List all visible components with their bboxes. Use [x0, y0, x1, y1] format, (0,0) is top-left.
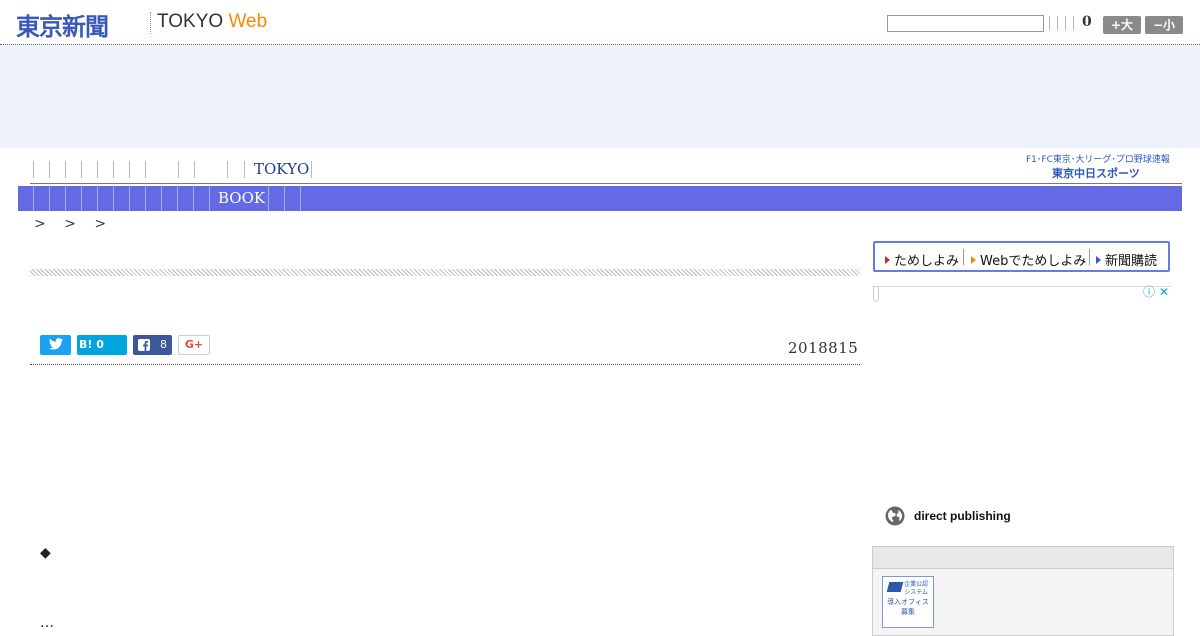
section-nav-item[interactable]: [284, 186, 285, 211]
web-trial-read-label: Webでためしよみ: [980, 254, 1087, 269]
section-nav-item[interactable]: [177, 186, 178, 211]
facebook-icon: [138, 339, 150, 351]
twitter-share-button[interactable]: [40, 335, 71, 355]
section-nav-item[interactable]: [97, 186, 98, 211]
ad-info-icon[interactable]: ⓘ: [1142, 286, 1156, 299]
social-rule: [30, 364, 860, 365]
nav-item[interactable]: [97, 161, 98, 178]
facebook-count: 8: [160, 338, 167, 351]
nav-item[interactable]: [49, 161, 50, 178]
header-divider: [1049, 16, 1050, 30]
logo-web-text: Web: [228, 11, 268, 32]
hatena-count: 0: [96, 338, 104, 351]
counter: 0: [1082, 14, 1092, 30]
sidebar-box-header: [873, 547, 1173, 569]
section-nav-item[interactable]: [300, 186, 301, 211]
nav-item[interactable]: [81, 161, 82, 178]
hatena-icon: B!: [79, 338, 93, 351]
section-nav-item[interactable]: [145, 186, 146, 211]
globe-icon: [885, 506, 905, 526]
link-divider: [963, 249, 964, 265]
section-nav-item[interactable]: [161, 186, 162, 211]
section-nav-item[interactable]: [113, 186, 114, 211]
direct-publishing-link[interactable]: direct publishing: [914, 509, 1011, 523]
google-plus-button[interactable]: G+: [178, 335, 210, 355]
header-divider: [1073, 16, 1074, 30]
subscribe-link[interactable]: 新聞購読: [1096, 250, 1157, 269]
arrow-right-icon: [885, 256, 890, 264]
logo-tokyo-text: TOKYO: [157, 11, 229, 32]
subscription-links-box: ためしよみ Webでためしよみ 新聞購読: [873, 241, 1170, 272]
section-marker: ◆: [40, 545, 51, 561]
nav-rule: [30, 183, 1182, 184]
ad-close-icon[interactable]: ✕: [1157, 286, 1171, 299]
office-recruitment-banner[interactable]: 企業公認 システム 導入オフィス 募集: [882, 576, 934, 628]
section-nav-item[interactable]: [209, 186, 210, 211]
nav-item[interactable]: [244, 161, 245, 178]
link-divider: [1089, 249, 1090, 265]
banner-text-2: システム: [904, 589, 929, 596]
section-nav-item[interactable]: [268, 186, 269, 211]
nav-item-tokyo[interactable]: TOKYO: [254, 160, 309, 178]
nav-item[interactable]: [145, 161, 146, 178]
nav-item[interactable]: [227, 161, 228, 178]
section-nav-item[interactable]: [65, 186, 66, 211]
section-nav-item[interactable]: [193, 186, 194, 211]
tokyo-shimbun-logo[interactable]: 東京新聞: [16, 7, 109, 42]
sidebar-ad[interactable]: [873, 286, 1171, 301]
hatena-bookmark-button[interactable]: B! 0: [77, 335, 127, 355]
font-smaller-button[interactable]: −小: [1145, 16, 1183, 34]
top-ad-banner[interactable]: [0, 45, 1200, 148]
search-input[interactable]: [887, 15, 1044, 32]
banner-text-1: 企業公認: [904, 581, 929, 588]
article-ellipsis: …: [40, 615, 54, 631]
header-divider: [1057, 16, 1058, 30]
nav-item[interactable]: [178, 161, 179, 178]
tokyo-web-logo[interactable]: TOKYO Web: [157, 11, 267, 33]
subscribe-label: 新聞購読: [1105, 254, 1158, 269]
banner-logo-icon: [886, 582, 904, 592]
trial-read-link[interactable]: ためしよみ: [885, 250, 959, 269]
font-bigger-button[interactable]: +大: [1103, 16, 1141, 34]
header-divider: [1065, 16, 1066, 30]
chunichi-sports-link[interactable]: 東京中日スポーツ: [1052, 165, 1140, 181]
nav-item[interactable]: [113, 161, 114, 178]
banner-text-3: 導入オフィス: [887, 598, 929, 606]
facebook-share-button[interactable]: 8: [133, 335, 172, 355]
banner-text-4: 募集: [901, 608, 915, 616]
nav-item[interactable]: [194, 161, 195, 178]
logo-divider: [150, 12, 152, 34]
section-nav-item[interactable]: [129, 186, 130, 211]
title-rule-hatched: [30, 269, 860, 276]
ad-scroll-tab: [873, 286, 879, 302]
nav-item[interactable]: [311, 161, 312, 178]
breadcrumb[interactable]: > > >: [34, 216, 106, 232]
section-nav-item[interactable]: [81, 186, 82, 211]
section-nav-item[interactable]: [49, 186, 50, 211]
article-date: 2018815: [788, 339, 859, 357]
arrow-right-icon: [1096, 256, 1101, 264]
web-trial-read-link[interactable]: Webでためしよみ: [971, 250, 1086, 269]
twitter-icon: [48, 338, 63, 350]
nav-item[interactable]: [33, 161, 34, 178]
section-nav-item[interactable]: [33, 186, 34, 211]
section-nav-book[interactable]: BOOK: [218, 189, 265, 207]
chunichi-sports-tagline[interactable]: F1･FC東京･大リーグ･プロ野球速報: [1026, 152, 1170, 165]
arrow-right-icon: [971, 256, 976, 264]
nav-item[interactable]: [129, 161, 130, 178]
trial-read-label: ためしよみ: [894, 254, 960, 269]
nav-item[interactable]: [65, 161, 66, 178]
